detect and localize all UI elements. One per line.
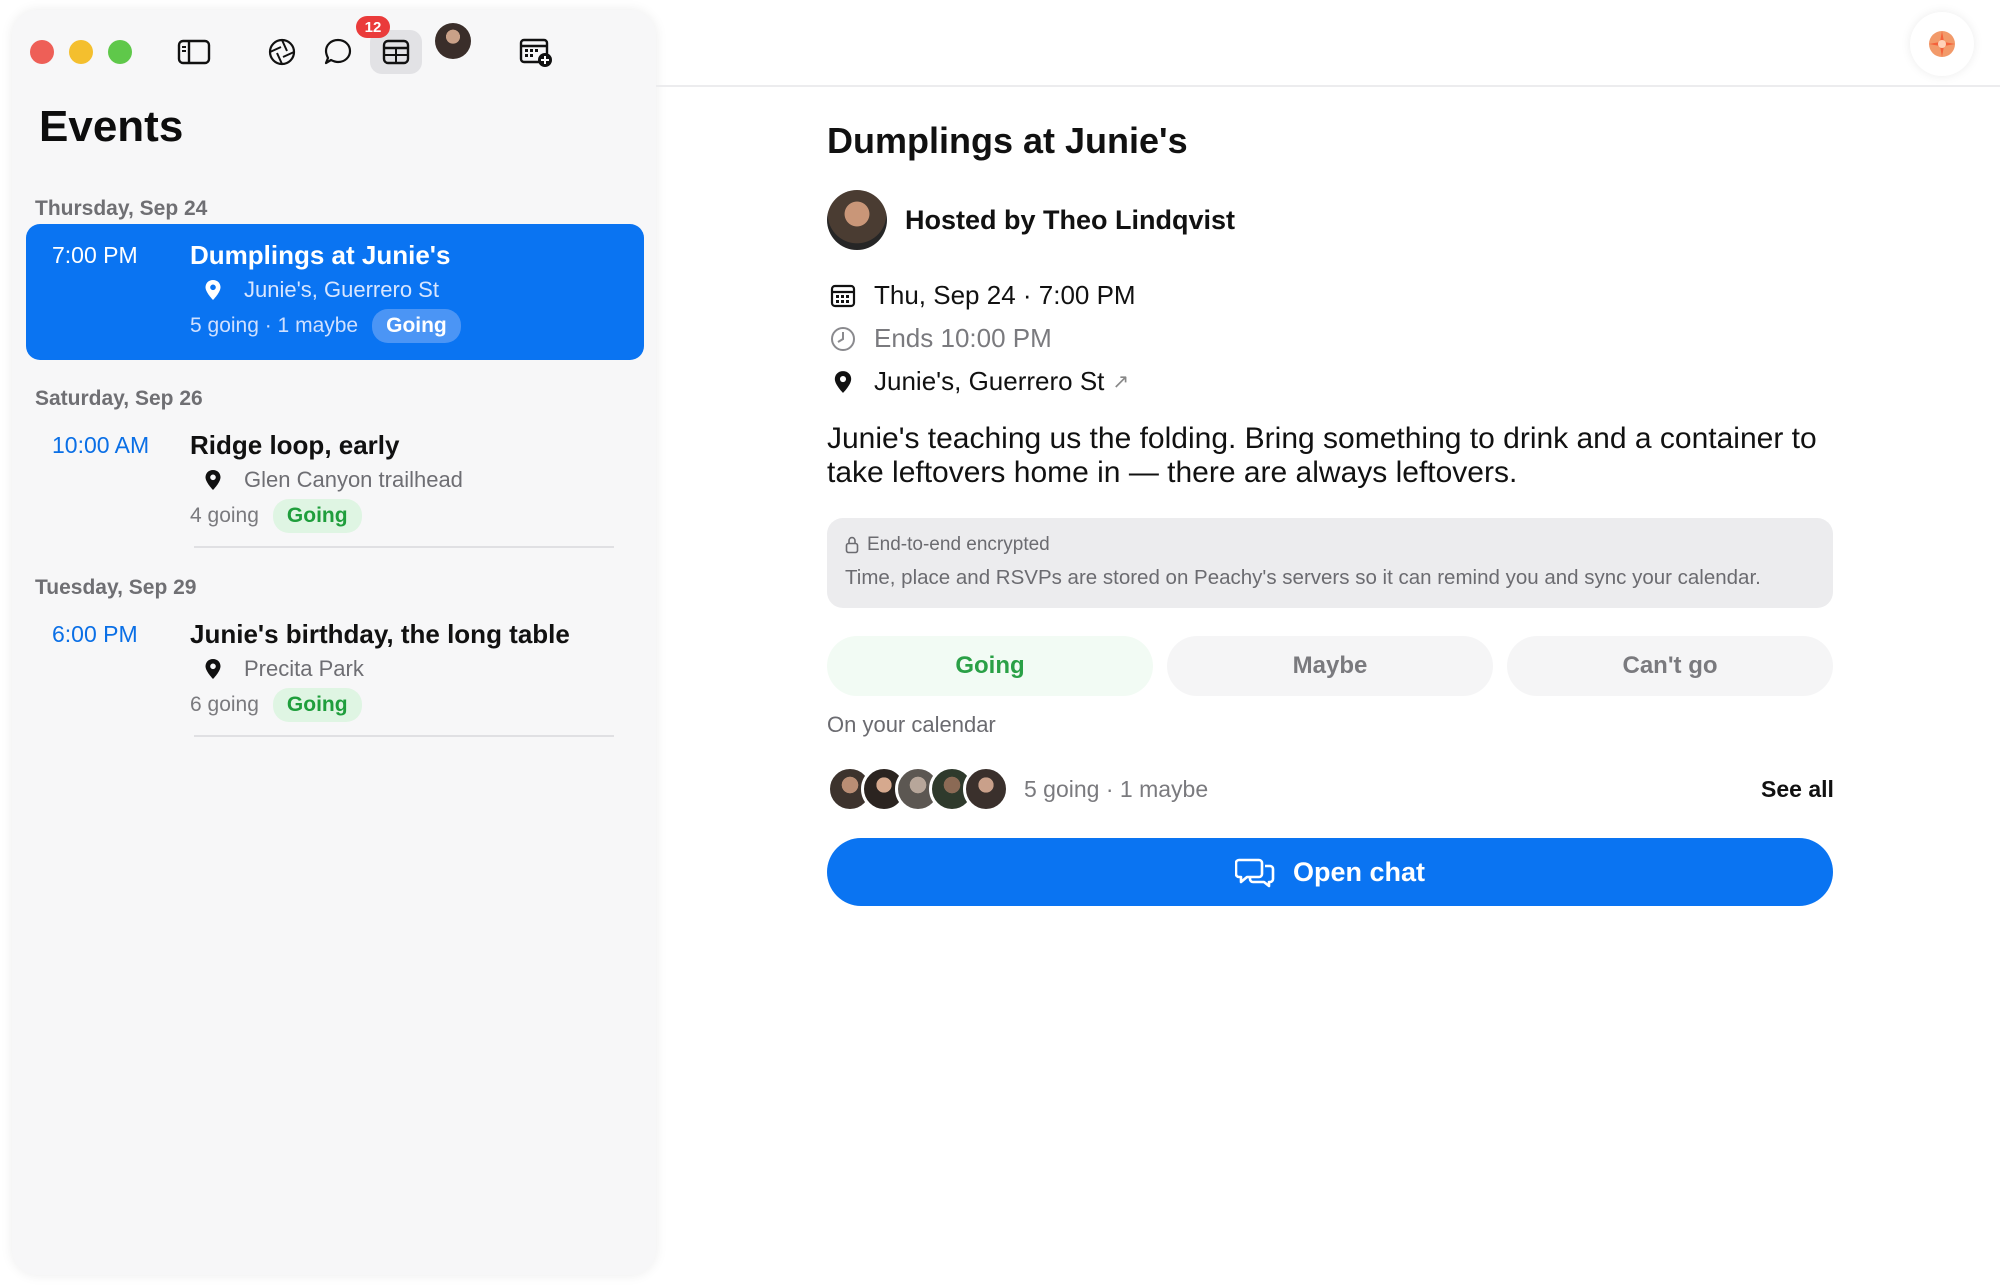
event-meta: 6 going Going bbox=[190, 688, 362, 722]
event-meta: 5 going · 1 maybe Going bbox=[190, 309, 461, 343]
event-time: 10:00 AM bbox=[52, 432, 150, 458]
event-list-item-selected[interactable]: 7:00 PM Dumplings at Junie's Junie's, Gu… bbox=[26, 224, 644, 360]
new-event-calendar-icon[interactable] bbox=[516, 32, 556, 72]
day-label: Saturday, Sep 26 bbox=[35, 387, 203, 410]
event-list-item[interactable]: 10:00 AM Ridge loop, early Glen Canyon t… bbox=[26, 414, 644, 550]
event-datetime: Thu, Sep 24 · 7:00 PM bbox=[874, 280, 1136, 310]
rsvp-maybe-button[interactable]: Maybe bbox=[1167, 636, 1493, 696]
event-end-time: Ends 10:00 PM bbox=[874, 323, 1052, 353]
rsvp-cant-go-button[interactable]: Can't go bbox=[1507, 636, 1833, 696]
event-counts: 6 going bbox=[190, 693, 259, 716]
event-location-text: Glen Canyon trailhead bbox=[244, 467, 463, 492]
attendee-avatar bbox=[963, 766, 1009, 812]
event-location-text: Precita Park bbox=[244, 656, 364, 681]
event-detail-title: Dumplings at Junie's bbox=[827, 120, 1188, 161]
event-location: Glen Canyon trailhead bbox=[190, 467, 463, 493]
event-title: Ridge loop, early bbox=[190, 430, 400, 460]
location-pin-icon bbox=[205, 659, 221, 679]
event-location-link[interactable]: Junie's, Guerrero St bbox=[874, 366, 1104, 397]
open-chat-label: Open chat bbox=[1292, 856, 1426, 887]
encryption-title-row: End-to-end encrypted bbox=[845, 534, 1050, 556]
list-divider bbox=[194, 546, 614, 548]
day-label: Tuesday, Sep 29 bbox=[35, 576, 197, 599]
event-counts: 4 going bbox=[190, 504, 259, 527]
rsvp-going-button[interactable]: Going bbox=[827, 636, 1153, 696]
event-datetime-row: Thu, Sep 24 · 7:00 PM bbox=[828, 280, 1136, 311]
location-pin-icon bbox=[205, 280, 221, 300]
chat-bubbles-icon bbox=[1234, 858, 1275, 888]
attendee-avatars[interactable] bbox=[827, 766, 1017, 812]
attendee-counts: 5 going · 1 maybe bbox=[1024, 776, 1209, 802]
event-description: Junie's teaching us the folding. Bring s… bbox=[827, 422, 1817, 489]
event-list-item[interactable]: 6:00 PM Junie's birthday, the long table… bbox=[26, 603, 644, 739]
chat-bubble-icon[interactable] bbox=[318, 32, 358, 72]
toolbar-divider bbox=[656, 85, 2000, 87]
see-all-link[interactable]: See all bbox=[1761, 776, 1834, 803]
event-counts: 5 going · 1 maybe bbox=[190, 314, 359, 337]
calendar-icon bbox=[830, 284, 856, 307]
window-minimize-button[interactable] bbox=[69, 40, 93, 64]
host-name: Hosted by Theo Lindqvist bbox=[905, 205, 1236, 235]
day-label: Thursday, Sep 24 bbox=[35, 197, 208, 220]
open-chat-button[interactable]: Open chat bbox=[827, 838, 1833, 906]
event-title: Dumplings at Junie's bbox=[190, 240, 451, 270]
calendar-status: On your calendar bbox=[827, 712, 996, 737]
location-pin-icon bbox=[834, 370, 852, 393]
profile-avatar[interactable] bbox=[435, 23, 471, 59]
peach-logo-icon bbox=[1929, 31, 1955, 57]
lock-icon bbox=[845, 536, 859, 554]
location-pin-icon bbox=[205, 470, 221, 490]
event-end-row: Ends 10:00 PM bbox=[828, 323, 1052, 354]
window-zoom-button[interactable] bbox=[108, 40, 132, 64]
list-divider bbox=[194, 735, 614, 737]
host-avatar[interactable] bbox=[827, 190, 887, 250]
peachy-logo-button[interactable] bbox=[1910, 12, 1974, 76]
notification-badge: 12 bbox=[356, 16, 390, 38]
encryption-body: Time, place and RSVPs are stored on Peac… bbox=[845, 566, 1761, 589]
encryption-title: End-to-end encrypted bbox=[867, 534, 1050, 555]
window-close-button[interactable] bbox=[30, 40, 54, 64]
sidebar-toggle-icon[interactable] bbox=[174, 32, 214, 72]
event-meta: 4 going Going bbox=[190, 499, 362, 533]
event-location: Junie's, Guerrero St bbox=[190, 277, 439, 303]
event-location-row[interactable]: Junie's, Guerrero St ↗ bbox=[828, 366, 1129, 397]
event-time: 6:00 PM bbox=[52, 621, 138, 647]
status-badge: Going bbox=[272, 688, 362, 722]
sidebar: 12 Events Thursday, Sep 24 7:00 PM Dumpl… bbox=[12, 10, 656, 1275]
status-badge: Going bbox=[372, 309, 461, 343]
external-link-icon: ↗ bbox=[1112, 371, 1130, 393]
event-title: Junie's birthday, the long table bbox=[190, 619, 570, 649]
page-title: Events bbox=[39, 102, 184, 151]
status-badge: Going bbox=[272, 499, 362, 533]
event-time: 7:00 PM bbox=[52, 242, 138, 268]
aperture-icon[interactable] bbox=[262, 32, 302, 72]
event-location-text: Junie's, Guerrero St bbox=[244, 277, 439, 302]
event-location: Precita Park bbox=[190, 656, 364, 682]
clock-icon bbox=[831, 326, 855, 351]
encryption-notice: End-to-end encrypted Time, place and RSV… bbox=[827, 518, 1833, 608]
